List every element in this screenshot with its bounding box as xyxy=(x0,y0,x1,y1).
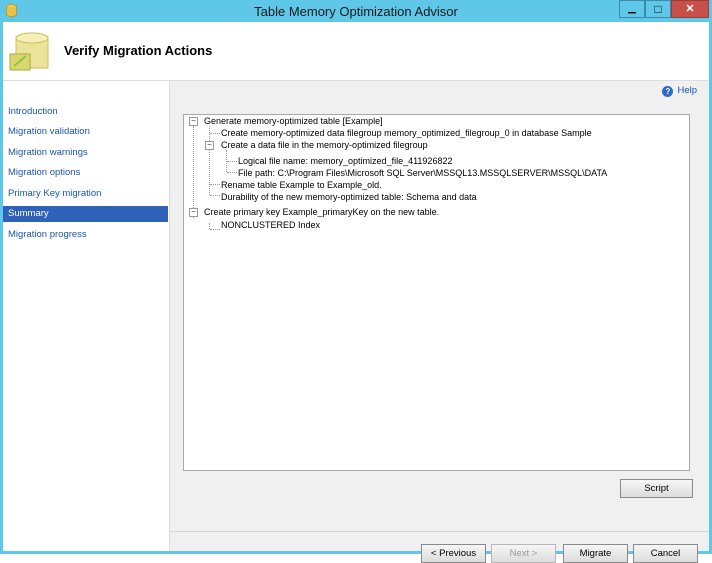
tree-expander[interactable]: − xyxy=(205,141,214,150)
tree-node[interactable]: NONCLUSTERED Index xyxy=(221,219,320,231)
close-button[interactable]: ✕ xyxy=(671,0,709,18)
minimize-icon: ▁ xyxy=(628,3,636,14)
script-button[interactable]: Script xyxy=(620,479,693,498)
tree-node[interactable]: File path: C:\Program Files\Microsoft SQ… xyxy=(238,167,607,179)
help-label: Help xyxy=(677,85,697,96)
help-link[interactable]: ? Help xyxy=(662,84,697,98)
footer-divider xyxy=(170,531,709,532)
sidebar-item-summary[interactable]: Summary xyxy=(3,206,168,222)
sidebar-item-introduction[interactable]: Introduction xyxy=(3,104,168,120)
help-icon: ? xyxy=(662,86,674,97)
main-panel: ? Help − − − Generate memory-optimized t… xyxy=(170,81,709,563)
page-header: Verify Migration Actions xyxy=(3,22,709,81)
tree-node[interactable]: Create primary key Example_primaryKey on… xyxy=(204,206,439,218)
maximize-button[interactable]: □ xyxy=(645,0,671,18)
wizard-sidebar: Introduction Migration validation Migrat… xyxy=(3,81,170,551)
wizard-database-icon xyxy=(9,32,49,71)
dialog-client: Verify Migration Actions Introduction Mi… xyxy=(3,22,709,563)
sidebar-item-migration-progress[interactable]: Migration progress xyxy=(3,227,168,243)
sidebar-item-migration-validation[interactable]: Migration validation xyxy=(3,124,168,140)
tree-node[interactable]: Durability of the new memory-optimized t… xyxy=(221,191,477,203)
tree-node[interactable]: Rename table Example to Example_old. xyxy=(221,179,382,191)
tree-connector xyxy=(210,184,220,185)
sidebar-item-primary-key-migration[interactable]: Primary Key migration xyxy=(3,186,168,202)
tree-node[interactable]: Create memory-optimized data filegroup m… xyxy=(221,127,592,139)
tree-node[interactable]: Create a data file in the memory-optimiz… xyxy=(221,139,428,151)
tree-expander[interactable]: − xyxy=(189,117,198,126)
advisor-window: Table Memory Optimization Advisor ▁ □ ✕ … xyxy=(0,0,712,563)
maximize-icon: □ xyxy=(654,2,662,16)
tree-node[interactable]: Generate memory-optimized table [Example… xyxy=(204,115,383,127)
sidebar-item-migration-options[interactable]: Migration options xyxy=(3,165,168,181)
tree-expander[interactable]: − xyxy=(189,208,198,217)
tree-connector xyxy=(193,126,194,218)
tree-node[interactable]: Logical file name: memory_optimized_file… xyxy=(238,155,452,167)
tree-connector xyxy=(210,229,220,230)
close-icon: ✕ xyxy=(685,3,695,15)
tree-connector xyxy=(210,133,220,134)
page-title: Verify Migration Actions xyxy=(64,43,213,58)
title-bar[interactable]: Table Memory Optimization Advisor ▁ □ ✕ xyxy=(0,0,712,22)
minimize-button[interactable]: ▁ xyxy=(619,0,645,18)
tree-connector xyxy=(227,161,237,162)
sidebar-item-migration-warnings[interactable]: Migration warnings xyxy=(3,145,168,161)
migration-actions-tree[interactable]: − − − Generate memory-optimized table [E… xyxy=(183,114,690,471)
window-title: Table Memory Optimization Advisor xyxy=(254,4,458,19)
tree-connector xyxy=(227,172,237,173)
tree-connector xyxy=(210,195,220,196)
